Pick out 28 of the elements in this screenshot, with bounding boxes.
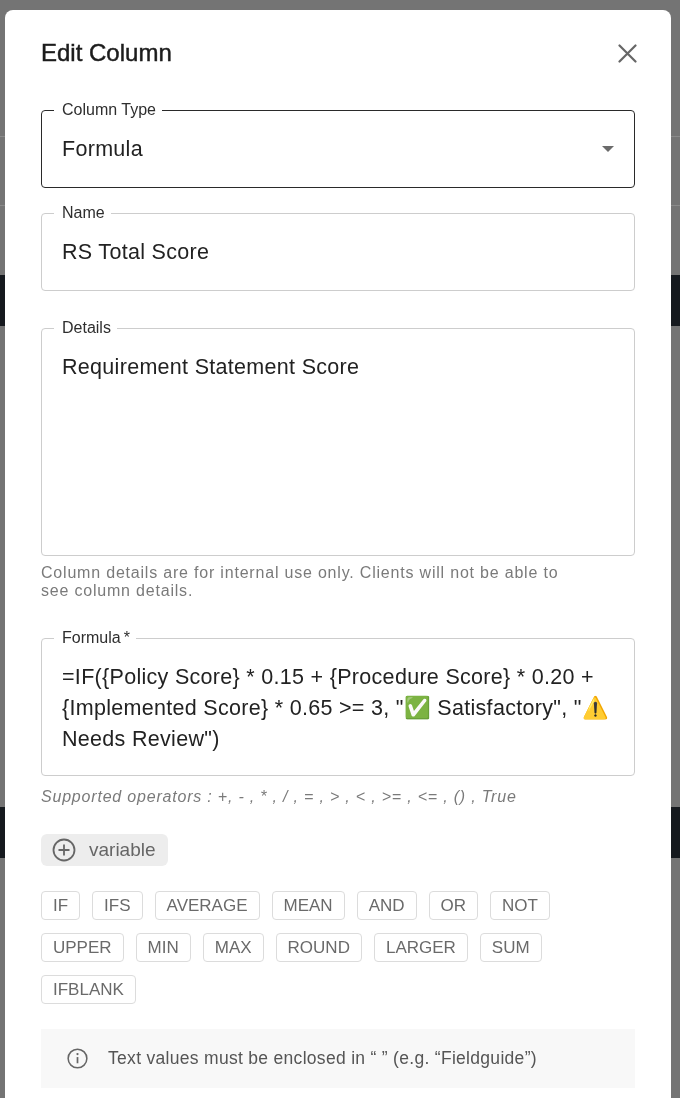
function-chip[interactable]: IFS	[92, 891, 143, 920]
function-chip[interactable]: ROUND	[275, 933, 362, 962]
add-circle-icon	[52, 838, 76, 862]
function-chip[interactable]: OR	[428, 891, 479, 920]
add-variable-button[interactable]: variable	[41, 834, 168, 866]
operators-hint: Supported operators : +, - , * , / , = , > , < , >= , <= , () , True	[41, 788, 518, 806]
column-type-dropdown[interactable]: Column Type Formula	[41, 101, 635, 188]
close-icon	[618, 43, 637, 63]
caret-icon	[602, 146, 614, 152]
name-field[interactable]: Name RS Total Score	[41, 204, 635, 291]
function-chip[interactable]: LARGER	[373, 933, 468, 962]
formula-field[interactable]: Formula * =IF({Policy Score} * 0.15 + {Procedure Score} * 0.20 + {Implemented Score} * 0.65 >= 3, "✅ Satisfactory", "⚠ Needs Review")	[41, 629, 635, 776]
function-chip[interactable]: AVERAGE	[154, 891, 260, 920]
function-chip[interactable]: IF	[41, 891, 81, 920]
function-chip[interactable]: MIN	[135, 933, 191, 962]
function-chip[interactable]: UPPER	[41, 933, 124, 962]
details-field[interactable]: Details Requirement Statement Score	[41, 319, 635, 556]
dialog-title: Edit Column	[41, 39, 172, 67]
function-chip[interactable]: SUM	[479, 933, 542, 962]
helper-text: Column details are for internal use only. Clients will not be able to see column details.	[41, 564, 560, 600]
function-chip[interactable]: MAX	[202, 933, 264, 962]
function-chip[interactable]: MEAN	[271, 891, 345, 920]
function-chip[interactable]: AND	[356, 891, 417, 920]
function-chip[interactable]: NOT	[490, 891, 550, 920]
function-chip[interactable]: IFBLANK	[41, 975, 136, 1004]
close-button[interactable]	[618, 43, 637, 63]
info-icon	[67, 1048, 88, 1069]
info-text: Text values must be enclosed in “ ” (e.g. “Fieldguide”)	[108, 1048, 537, 1069]
